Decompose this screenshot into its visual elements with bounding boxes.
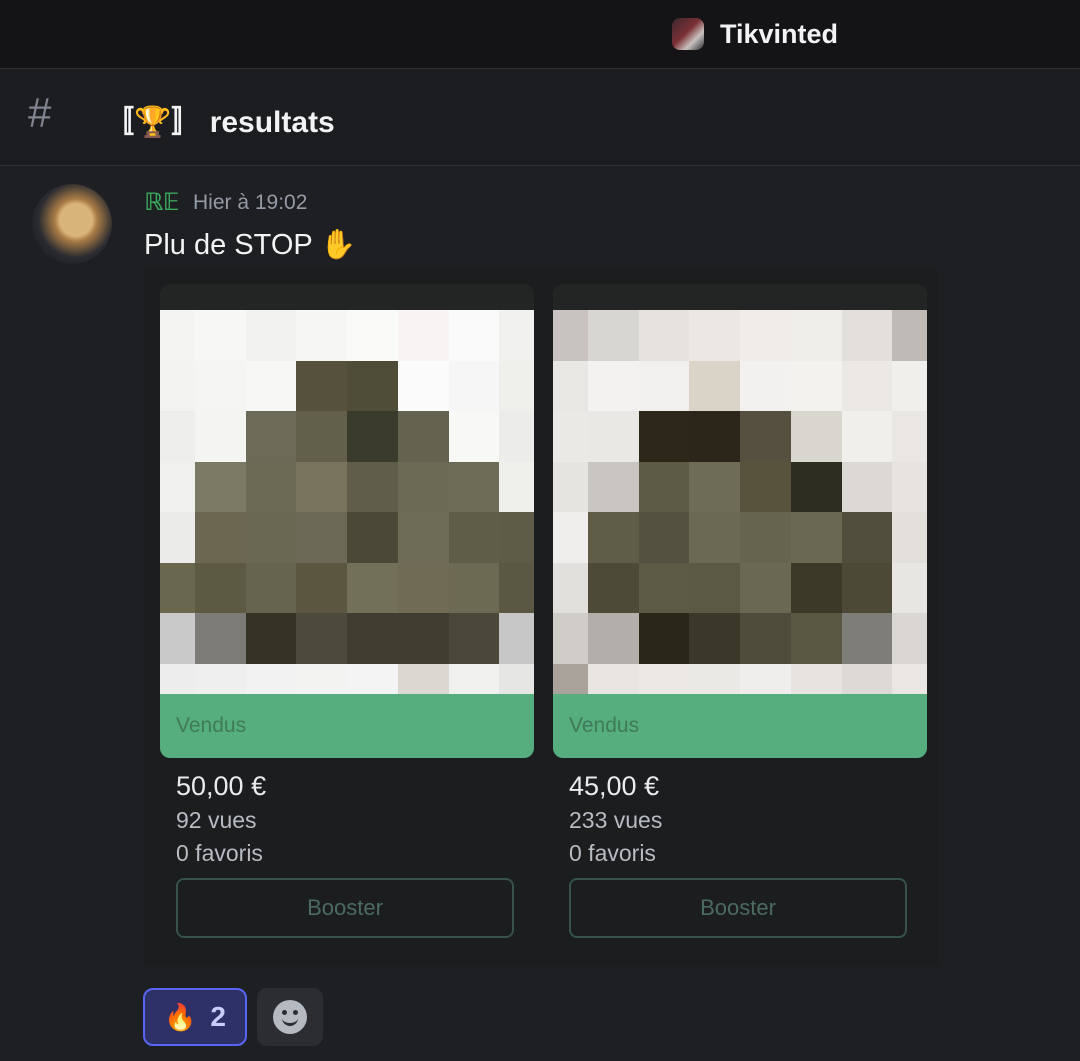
channel-header: # 〚🏆〛 resultats [0,69,1080,166]
reactions-bar: 🔥 2 [143,988,323,1046]
username[interactable]: ℝ𝔼 [144,188,180,217]
fire-emoji: 🔥 [164,1001,197,1032]
views-count: 92 vues [176,807,257,833]
pixelated-image [160,310,534,714]
item-photo [160,284,534,758]
timestamp: Hier à 19:02 [193,191,308,214]
server-avatar [672,18,704,50]
pixelated-image [553,310,927,714]
reaction-count: 2 [210,1001,226,1032]
message-text: Plu de STOP ✋ [144,229,357,261]
channel-name: 〚🏆〛 resultats [104,106,335,139]
top-bar: Tikvinted [0,0,1080,69]
server-header[interactable]: Tikvinted [672,18,838,50]
favorites-count: 0 favoris [176,840,263,866]
views-count: 233 vues [569,807,663,833]
sold-status: Vendus [569,714,640,737]
item-photo [553,284,927,758]
booster-button: Booster [176,878,514,938]
server-name: Tikvinted [720,18,839,49]
add-reaction-button[interactable] [257,988,323,1046]
favorites-count: 0 favoris [569,840,656,866]
sold-status: Vendus [176,714,247,737]
listing-card: Vendus 50,00 € 92 vues 0 favoris Booster [160,284,534,944]
image-attachment[interactable]: Vendus 50,00 € 92 vues 0 favoris Booster… [144,270,938,966]
reaction-fire[interactable]: 🔥 2 [143,988,247,1046]
user-avatar[interactable] [32,184,112,264]
hash-icon: # [28,89,52,136]
smile-icon [273,1000,307,1034]
price: 50,00 € [176,771,267,801]
booster-button: Booster [569,878,907,938]
price: 45,00 € [569,771,660,801]
listing-card: Vendus 45,00 € 233 vues 0 favoris Booste… [553,284,927,944]
